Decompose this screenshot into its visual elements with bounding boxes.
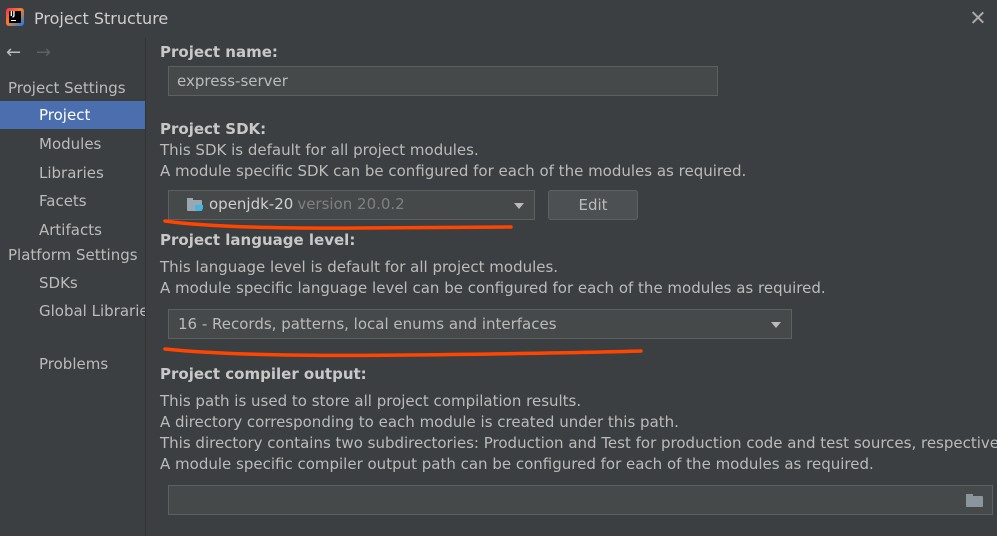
project-name-input[interactable]: [168, 66, 718, 96]
project-sdk-desc-1: This SDK is default for all project modu…: [160, 141, 479, 159]
sidebar: ← → Project Settings Project Modules Lib…: [0, 38, 146, 536]
compiler-output-path-input[interactable]: [168, 485, 993, 515]
project-name-label: Project name:: [160, 43, 278, 61]
sidebar-item-problems[interactable]: Problems: [0, 350, 145, 378]
main-panel: Project name: Project SDK: This SDK is d…: [147, 38, 997, 536]
sdk-selected-value: openjdk-20 version 20.0.2: [209, 195, 405, 213]
arrow-left-icon[interactable]: ←: [6, 44, 26, 64]
compiler-output-desc-1: This path is used to store all project c…: [160, 392, 582, 410]
project-sdk-label: Project SDK:: [160, 120, 267, 138]
close-icon[interactable]: [968, 8, 988, 28]
window-title: Project Structure: [34, 9, 169, 28]
jdk-folder-icon: [187, 198, 204, 212]
compiler-output-desc-2: A directory corresponding to each module…: [160, 413, 679, 431]
sidebar-section-project-settings: Project Settings: [8, 79, 126, 97]
edit-sdk-button[interactable]: Edit: [548, 190, 638, 220]
sidebar-section-platform-settings: Platform Settings: [8, 246, 138, 264]
sdk-name: openjdk-20: [209, 195, 294, 213]
arrow-right-icon[interactable]: →: [36, 44, 56, 64]
sidebar-item-global-libraries[interactable]: Global Librarie: [0, 297, 145, 325]
sidebar-item-libraries[interactable]: Libraries: [0, 159, 145, 187]
compiler-output-desc-4: A module specific compiler output path c…: [160, 455, 874, 473]
sidebar-item-modules[interactable]: Modules: [0, 130, 145, 158]
sidebar-item-sdks[interactable]: SDKs: [0, 269, 145, 297]
sdk-dropdown[interactable]: openjdk-20 version 20.0.2: [168, 190, 535, 220]
sidebar-item-project[interactable]: Project: [0, 101, 145, 129]
compiler-output-label: Project compiler output:: [160, 365, 367, 383]
intellij-logo-icon: IJ: [6, 8, 24, 26]
language-level-desc-1: This language level is default for all p…: [160, 258, 559, 276]
sdk-version: version 20.0.2: [297, 195, 405, 213]
language-level-desc-2: A module specific language level can be …: [160, 279, 826, 297]
folder-icon[interactable]: [966, 494, 984, 508]
sidebar-item-facets[interactable]: Facets: [0, 187, 145, 215]
project-sdk-desc-2: A module specific SDK can be configured …: [160, 162, 747, 180]
chevron-down-icon: [771, 322, 781, 328]
language-level-dropdown[interactable]: 16 - Records, patterns, local enums and …: [168, 309, 792, 339]
title-bar: IJ Project Structure: [0, 0, 997, 38]
language-level-selected-value: 16 - Records, patterns, local enums and …: [178, 315, 557, 333]
sidebar-item-artifacts[interactable]: Artifacts: [0, 216, 145, 244]
language-level-label: Project language level:: [160, 231, 356, 249]
compiler-output-desc-3: This directory contains two subdirectori…: [160, 434, 997, 452]
annotation-underline-language-level: [163, 347, 643, 358]
chevron-down-icon: [514, 203, 524, 209]
